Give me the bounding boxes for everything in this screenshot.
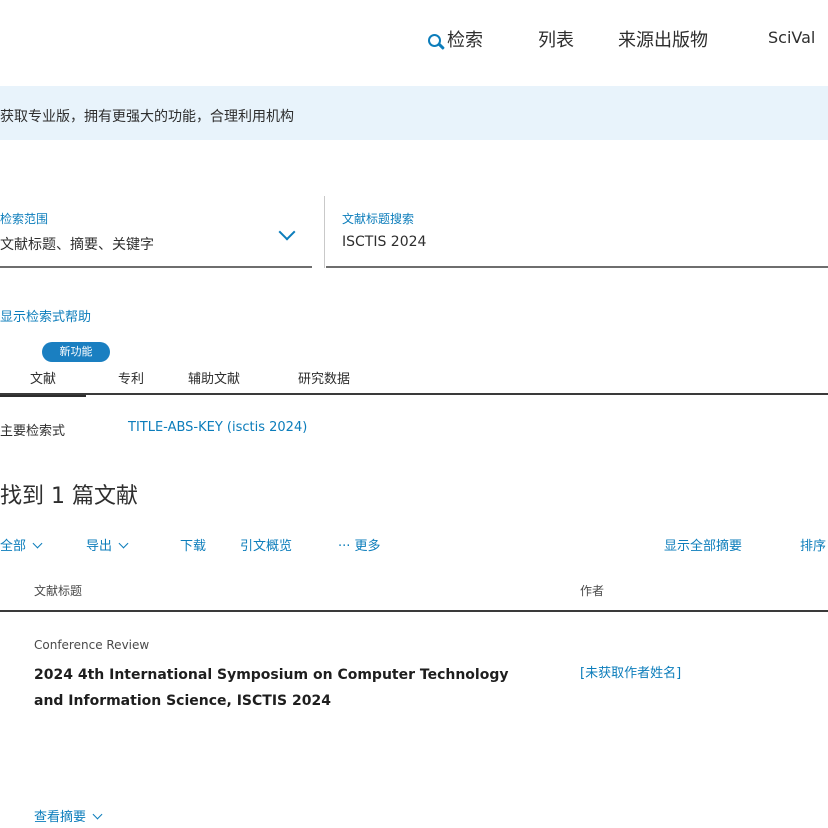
- search-field-value: 文献标题、摘要、关键字: [0, 237, 154, 253]
- more-button[interactable]: ··· 更多: [338, 535, 381, 554]
- search-query-label: 文献标题搜索: [342, 212, 415, 226]
- search-field-label: 检索范围: [0, 212, 49, 226]
- download-button[interactable]: 下载: [180, 535, 206, 554]
- document-type: Conference Review: [34, 638, 150, 652]
- nav-search-label: 检索: [447, 30, 483, 51]
- sort-dropdown[interactable]: 排序: [800, 535, 826, 554]
- query-summary-label: 主要检索式: [0, 424, 66, 439]
- tab-secondary-docs[interactable]: 辅助文献: [188, 368, 240, 387]
- search-icon: [428, 34, 441, 47]
- banner-text: 获取专业版，拥有更强大的功能，合理利用机构: [0, 109, 294, 125]
- view-abstract-label: 查看摘要: [34, 810, 87, 825]
- field-divider: [324, 196, 325, 268]
- select-all-dropdown[interactable]: 全部: [0, 535, 43, 554]
- document-authors[interactable]: [未获取作者姓名]: [580, 662, 681, 681]
- tab-documents[interactable]: 文献: [30, 368, 56, 387]
- export-dropdown[interactable]: 导出: [86, 535, 129, 554]
- more-icon: ···: [338, 539, 351, 554]
- more-label: 更多: [354, 539, 381, 554]
- new-badge: 新功能: [42, 342, 110, 362]
- chevron-down-icon: [92, 809, 103, 820]
- search-query-value: ISCTIS 2024: [342, 234, 427, 250]
- select-all-label: 全部: [0, 539, 27, 554]
- tab-divider: [0, 393, 828, 395]
- results-count: 找到 1 篇文献: [0, 484, 138, 509]
- citation-overview-button[interactable]: 引文概览: [240, 535, 292, 554]
- chevron-down-icon: [118, 538, 129, 549]
- results-table-header: [0, 578, 828, 612]
- search-field-select[interactable]: [0, 194, 312, 268]
- show-all-abstracts-button[interactable]: 显示全部摘要: [664, 535, 742, 554]
- search-query-input[interactable]: [326, 194, 828, 268]
- nav-lists[interactable]: 列表: [538, 26, 574, 52]
- query-summary-value[interactable]: TITLE-ABS-KEY (isctis 2024): [128, 420, 307, 435]
- nav-search[interactable]: 检索: [428, 26, 483, 52]
- tab-patents[interactable]: 专利: [118, 368, 144, 387]
- chevron-down-icon: [32, 538, 43, 549]
- export-label: 导出: [86, 539, 113, 554]
- document-title[interactable]: 2024 4th International Symposium on Comp…: [34, 662, 534, 714]
- column-authors[interactable]: 作者: [580, 582, 604, 599]
- tab-research-data[interactable]: 研究数据: [298, 368, 350, 387]
- view-abstract-toggle[interactable]: 查看摘要: [34, 806, 103, 825]
- search-help-link[interactable]: 显示检索式帮助: [0, 306, 91, 325]
- column-title[interactable]: 文献标题: [34, 582, 82, 599]
- nav-scival[interactable]: SciVal: [768, 28, 815, 47]
- nav-sources[interactable]: 来源出版物: [618, 26, 708, 52]
